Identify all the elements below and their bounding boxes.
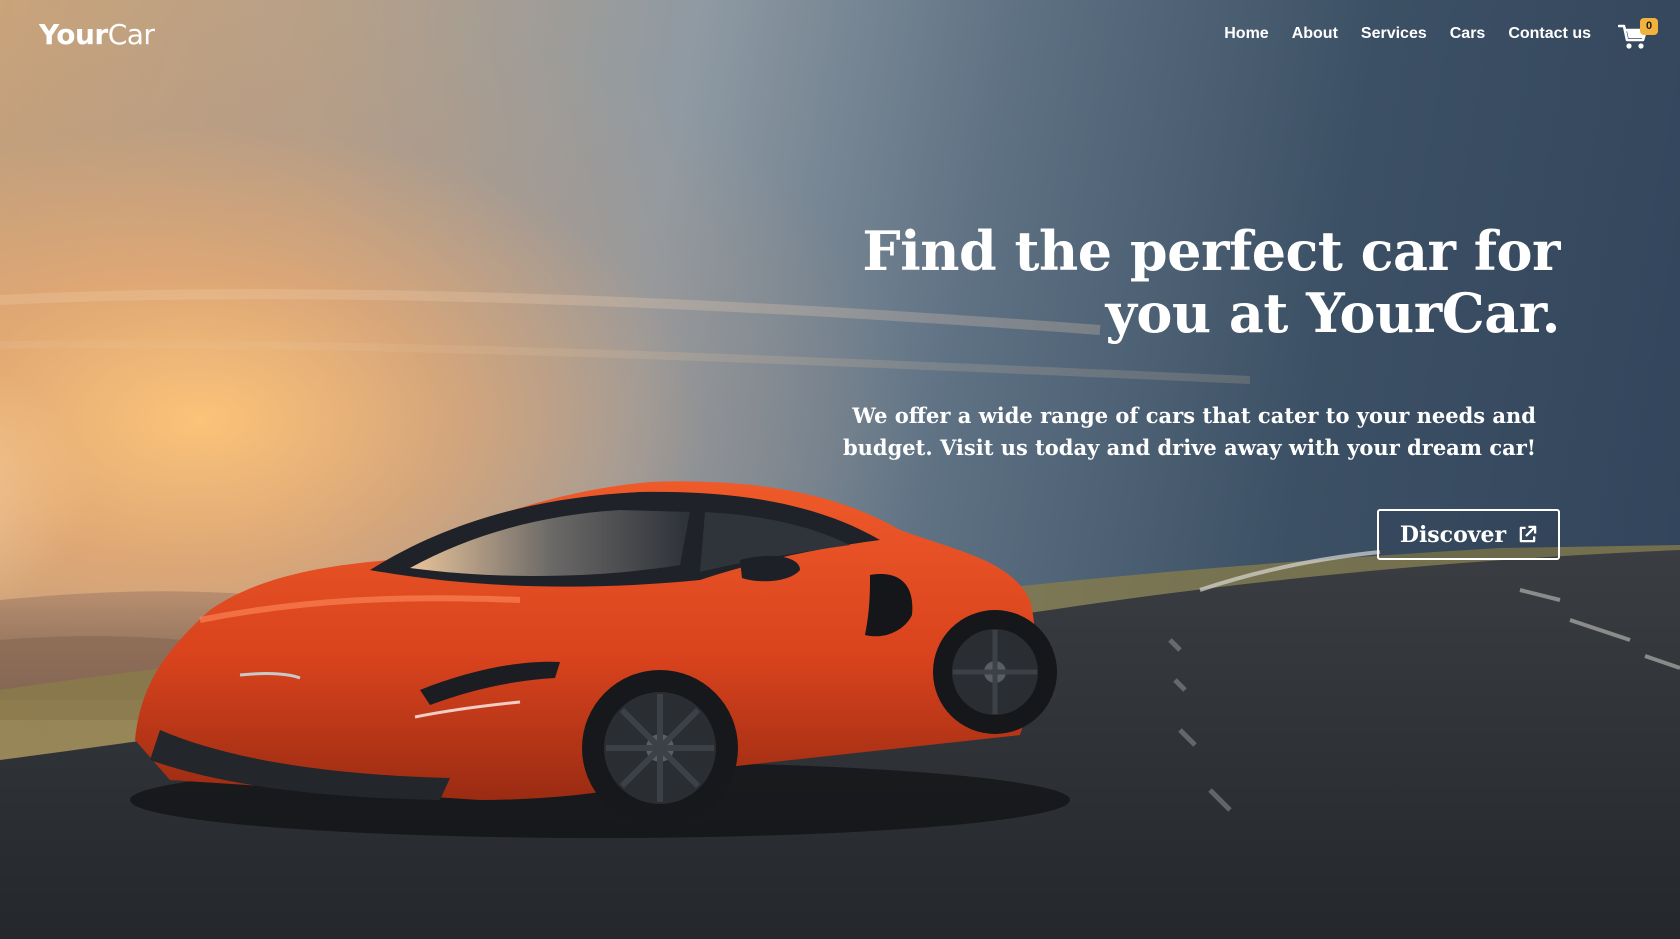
hero-background-image [0,289,1680,939]
cart-count-badge: 0 [1640,18,1658,35]
hero-headline: Find the perfect car for you at YourCar. [800,220,1560,344]
hero-section: YourCar Home About Services Cars Contact… [0,0,1680,939]
nav-link-services[interactable]: Services [1361,25,1427,43]
hero-subtext: We offer a wide range of cars that cater… [842,403,1536,460]
nav-menu: Home About Services Cars Contact us 0 [1224,18,1658,50]
nav-link-contact-us[interactable]: Contact us [1508,25,1591,43]
hero-text-block: Find the perfect car for you at YourCar.… [800,220,1561,464]
cart-button[interactable]: 0 [1616,18,1658,50]
discover-button-label: Discover [1399,521,1507,548]
top-navbar: YourCar Home About Services Cars Contact… [0,0,1680,68]
logo-text-primary: Your [39,17,108,51]
nav-link-cars[interactable]: Cars [1450,25,1486,43]
site-logo[interactable]: YourCar [39,17,155,51]
hero-headline-line1: Find the perfect car for [862,219,1560,283]
logo-text-secondary: Car [107,17,155,51]
nav-link-home[interactable]: Home [1224,25,1268,43]
external-link-icon [1519,525,1537,543]
discover-button[interactable]: Discover [1377,509,1560,560]
hero-headline-line2: you at YourCar. [1105,281,1560,345]
nav-link-about[interactable]: About [1292,25,1338,43]
